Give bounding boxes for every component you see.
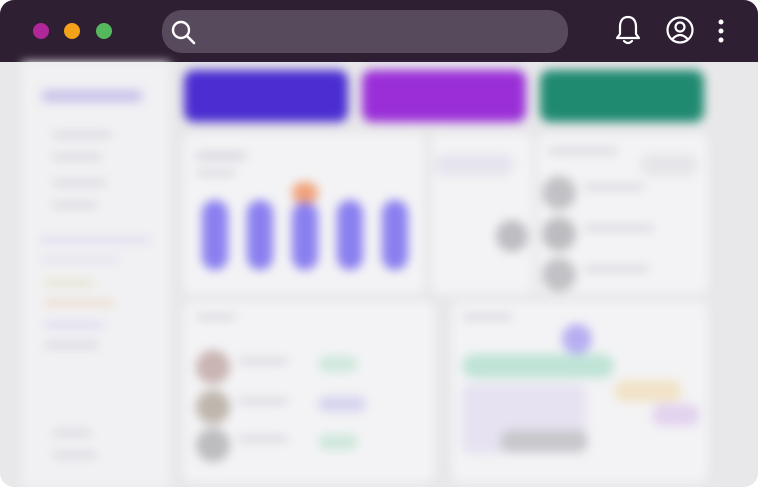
list-panel-filter xyxy=(640,154,698,176)
minimize-window-button[interactable] xyxy=(64,23,80,39)
table-title xyxy=(196,314,236,320)
chart-bar xyxy=(292,202,318,270)
sidebar-item xyxy=(44,280,94,286)
sidebar-item xyxy=(52,132,112,138)
avatar xyxy=(542,258,576,292)
sidebar xyxy=(22,62,170,487)
sidebar-item xyxy=(52,452,97,458)
app-window xyxy=(0,0,758,487)
table-cell xyxy=(238,398,288,404)
list-item xyxy=(584,266,649,272)
activity-title xyxy=(462,314,512,320)
sidebar-item xyxy=(44,342,99,348)
sidebar-item xyxy=(52,430,92,436)
progress-track xyxy=(462,354,614,378)
chart-bar xyxy=(202,200,228,270)
chart-bar-highlight-cap xyxy=(292,182,318,204)
search-icon[interactable] xyxy=(170,19,196,50)
chart-title xyxy=(196,152,246,160)
stat-card xyxy=(362,70,526,122)
table-cell xyxy=(238,436,288,442)
blurred-dashboard xyxy=(0,62,758,487)
search-bar[interactable] xyxy=(162,10,568,53)
tag-chip xyxy=(614,380,682,402)
chart-bar xyxy=(382,200,408,270)
chart-bar xyxy=(247,200,273,270)
status-badge xyxy=(318,356,358,372)
top-bar xyxy=(0,0,758,62)
action-pill xyxy=(500,430,588,452)
sidebar-logo xyxy=(42,90,142,102)
node-circle xyxy=(496,220,528,252)
status-badge xyxy=(318,396,366,412)
stat-card xyxy=(540,70,704,122)
sidebar-item xyxy=(52,202,97,208)
avatar xyxy=(562,324,592,354)
avatar xyxy=(542,176,576,210)
chart-subtitle xyxy=(196,170,236,176)
toggle-control xyxy=(434,154,514,176)
chart-bar xyxy=(337,200,363,270)
sidebar-item xyxy=(40,257,120,263)
sidebar-item xyxy=(40,237,150,243)
avatar xyxy=(542,217,576,251)
tag-chip xyxy=(652,404,700,426)
bell-icon[interactable] xyxy=(614,14,642,51)
avatar xyxy=(196,350,230,384)
list-item xyxy=(584,184,644,190)
sidebar-item xyxy=(44,322,104,328)
avatar xyxy=(196,390,230,424)
stat-card xyxy=(184,70,348,122)
table-cell xyxy=(238,358,288,364)
sidebar-item xyxy=(44,300,114,306)
list-panel-title xyxy=(548,148,618,154)
sidebar-item xyxy=(52,180,107,186)
sidebar-item xyxy=(52,154,102,160)
user-circle-icon[interactable] xyxy=(665,15,695,50)
maximize-window-button[interactable] xyxy=(96,23,112,39)
close-window-button[interactable] xyxy=(33,23,49,39)
more-vertical-icon[interactable] xyxy=(717,19,725,48)
list-item xyxy=(584,225,654,231)
status-badge xyxy=(318,434,358,450)
avatar xyxy=(196,428,230,462)
